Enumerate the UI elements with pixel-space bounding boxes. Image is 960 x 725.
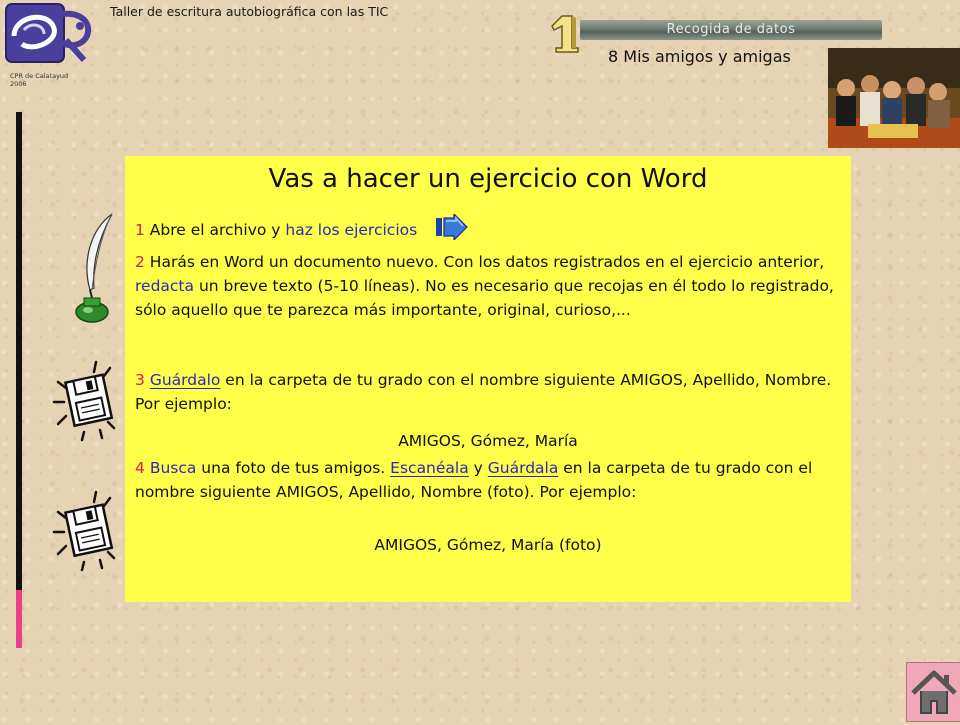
section-number-icon: [548, 14, 580, 58]
content-panel: Vas a hacer un ejercicio con Word 1 Abre…: [125, 156, 851, 602]
section-banner: Recogida de datos: [580, 20, 882, 40]
organization-year: 2006: [10, 80, 27, 88]
floppy-disk-icon: [52, 488, 122, 578]
step-3: 3 Guárdalo en la carpeta de tu grado con…: [135, 368, 835, 416]
cpr-logo: [4, 2, 96, 66]
step-text: una foto de tus amigos.: [196, 459, 391, 477]
floppy-disk-icon: [52, 358, 122, 448]
vertical-bar-accent: [16, 590, 22, 648]
redact-link[interactable]: redacta: [135, 277, 194, 295]
step-number: 1: [135, 221, 145, 239]
step-number: 4: [135, 459, 145, 477]
step-3-example: AMIGOS, Gómez, María: [398, 432, 578, 450]
step-1: 1 Abre el archivo y haz los ejercicios: [135, 212, 835, 247]
step-text: y: [468, 459, 488, 477]
friends-photo: [828, 48, 960, 148]
step-text: en la carpeta de tu grado con el nombre …: [135, 371, 832, 413]
search-link[interactable]: Busca: [150, 459, 197, 477]
exercises-link[interactable]: haz los ejercicios: [285, 221, 417, 239]
step-text: Harás en Word un documento nuevo. Con lo…: [144, 253, 825, 271]
save-photo-link[interactable]: Guárdala: [488, 459, 559, 477]
slide-subtitle: 8 Mis amigos y amigas: [608, 47, 791, 66]
home-button[interactable]: [906, 662, 960, 722]
save-link[interactable]: Guárdalo: [150, 371, 221, 389]
step-4-example: AMIGOS, Gómez, María (foto): [374, 536, 602, 554]
organization-label: CPR de Calatayud 2006: [10, 72, 68, 88]
home-icon: [911, 670, 957, 714]
step-4: 4 Busca una foto de tus amigos. Escanéal…: [135, 456, 835, 504]
vertical-bar-dark: [16, 112, 22, 590]
step-2: 2 Harás en Word un documento nuevo. Con …: [135, 250, 835, 322]
next-arrow-icon[interactable]: [436, 212, 468, 247]
step-number: 2: [135, 253, 145, 271]
scan-link[interactable]: Escanéala: [390, 459, 469, 477]
workshop-title: Taller de escritura autobiográfica con l…: [110, 4, 389, 19]
organization-name: CPR de Calatayud: [10, 72, 69, 80]
step-text: Abre el archivo y: [144, 221, 286, 239]
step-number: 3: [135, 371, 145, 389]
panel-title: Vas a hacer un ejercicio con Word: [268, 164, 708, 194]
step-text: un breve texto (5-10 líneas). No es nece…: [135, 277, 834, 319]
quill-inkwell-icon: [72, 212, 118, 328]
